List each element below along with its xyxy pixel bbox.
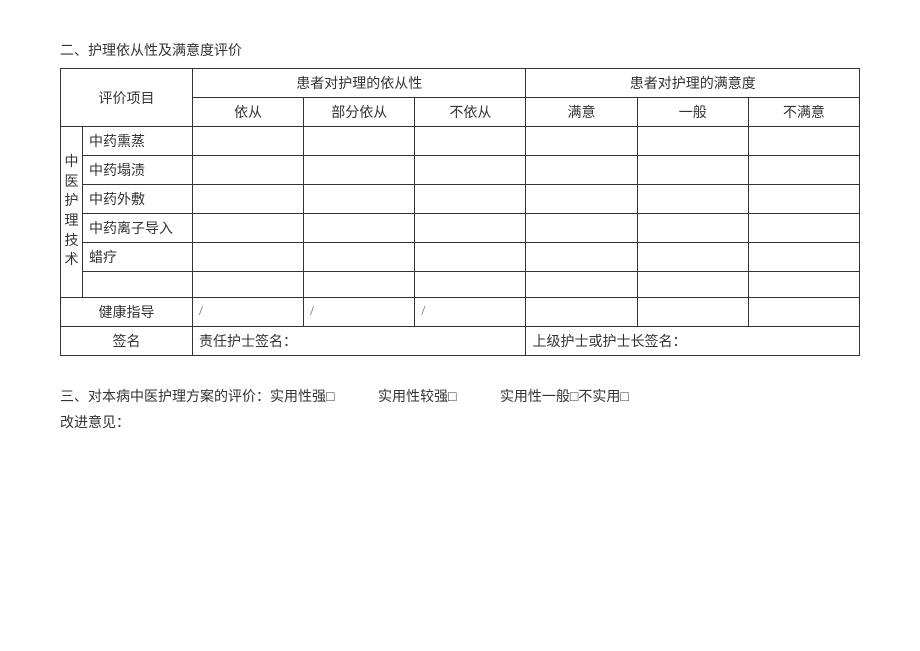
cell-satisfaction-no[interactable] (748, 243, 859, 272)
cell-satisfaction-mid[interactable] (637, 156, 748, 185)
header-satisfaction-group: 患者对护理的满意度 (526, 69, 860, 98)
cell-satisfaction-mid[interactable] (637, 127, 748, 156)
cell-satisfaction-no[interactable] (748, 185, 859, 214)
cell-compliance-partial[interactable] (304, 214, 415, 243)
health-guidance-label: 健康指导 (61, 298, 193, 327)
tech-group-label: 中医护理技术 (61, 127, 83, 298)
cell-compliance-partial[interactable] (304, 272, 415, 298)
header-compliance-partial: 部分依从 (304, 98, 415, 127)
tech-item-label: 中药离子导入 (83, 214, 193, 243)
tech-item-label: 中药塌渍 (83, 156, 193, 185)
health-slash: / (193, 298, 304, 327)
option-average-none: 实用性一般□不实用□ (500, 386, 629, 406)
cell-satisfaction-yes[interactable] (526, 298, 637, 327)
cell-compliance-partial[interactable] (304, 156, 415, 185)
header-compliance-group: 患者对护理的依从性 (193, 69, 526, 98)
section2-title: 二、护理依从性及满意度评价 (60, 40, 860, 60)
tech-item-label: 蜡疗 (83, 243, 193, 272)
cell-satisfaction-mid[interactable] (637, 185, 748, 214)
header-satisfaction-mid: 一般 (637, 98, 748, 127)
cell-satisfaction-mid[interactable] (637, 243, 748, 272)
cell-compliance-no[interactable] (415, 156, 526, 185)
tech-item-label: 中药熏蒸 (83, 127, 193, 156)
duty-nurse-signature[interactable]: 责任护士签名： (193, 327, 526, 356)
tech-item-label: 中药外敷 (83, 185, 193, 214)
cell-compliance-yes[interactable] (193, 156, 304, 185)
cell-satisfaction-no[interactable] (748, 272, 859, 298)
cell-satisfaction-no[interactable] (748, 156, 859, 185)
health-slash: / (415, 298, 526, 327)
cell-satisfaction-yes[interactable] (526, 185, 637, 214)
cell-compliance-yes[interactable] (193, 127, 304, 156)
cell-compliance-no[interactable] (415, 185, 526, 214)
cell-compliance-no[interactable] (415, 214, 526, 243)
cell-satisfaction-yes[interactable] (526, 243, 637, 272)
tech-item-label (83, 272, 193, 298)
header-satisfaction-no: 不满意 (748, 98, 859, 127)
cell-compliance-no[interactable] (415, 127, 526, 156)
cell-compliance-yes[interactable] (193, 185, 304, 214)
cell-compliance-yes[interactable] (193, 214, 304, 243)
cell-satisfaction-no[interactable] (748, 127, 859, 156)
header-satisfaction-yes: 满意 (526, 98, 637, 127)
cell-compliance-partial[interactable] (304, 243, 415, 272)
section3-eval-line: 三、对本病中医护理方案的评价：实用性强□ 实用性较强□ 实用性一般□不实用□ (60, 386, 860, 406)
cell-satisfaction-yes[interactable] (526, 156, 637, 185)
cell-compliance-partial[interactable] (304, 185, 415, 214)
signature-label: 签名 (61, 327, 193, 356)
cell-satisfaction-mid[interactable] (637, 214, 748, 243)
senior-nurse-signature[interactable]: 上级护士或护士长签名： (526, 327, 860, 356)
cell-compliance-partial[interactable] (304, 127, 415, 156)
cell-satisfaction-mid[interactable] (637, 272, 748, 298)
header-compliance-no: 不依从 (415, 98, 526, 127)
evaluation-table: 评价项目 患者对护理的依从性 患者对护理的满意度 依从 部分依从 不依从 满意 … (60, 68, 860, 356)
cell-satisfaction-yes[interactable] (526, 272, 637, 298)
header-compliance-yes: 依从 (193, 98, 304, 127)
cell-compliance-no[interactable] (415, 272, 526, 298)
cell-compliance-yes[interactable] (193, 243, 304, 272)
cell-compliance-yes[interactable] (193, 272, 304, 298)
section3-prefix-option1: 三、对本病中医护理方案的评价：实用性强□ (60, 386, 334, 406)
suggestion-label: 改进意见： (60, 412, 860, 432)
option-fair-strong: 实用性较强□ (378, 386, 456, 406)
cell-compliance-no[interactable] (415, 243, 526, 272)
cell-satisfaction-yes[interactable] (526, 127, 637, 156)
header-eval-item: 评价项目 (61, 69, 193, 127)
cell-satisfaction-no[interactable] (748, 298, 859, 327)
health-slash: / (304, 298, 415, 327)
cell-satisfaction-yes[interactable] (526, 214, 637, 243)
cell-satisfaction-no[interactable] (748, 214, 859, 243)
cell-satisfaction-mid[interactable] (637, 298, 748, 327)
